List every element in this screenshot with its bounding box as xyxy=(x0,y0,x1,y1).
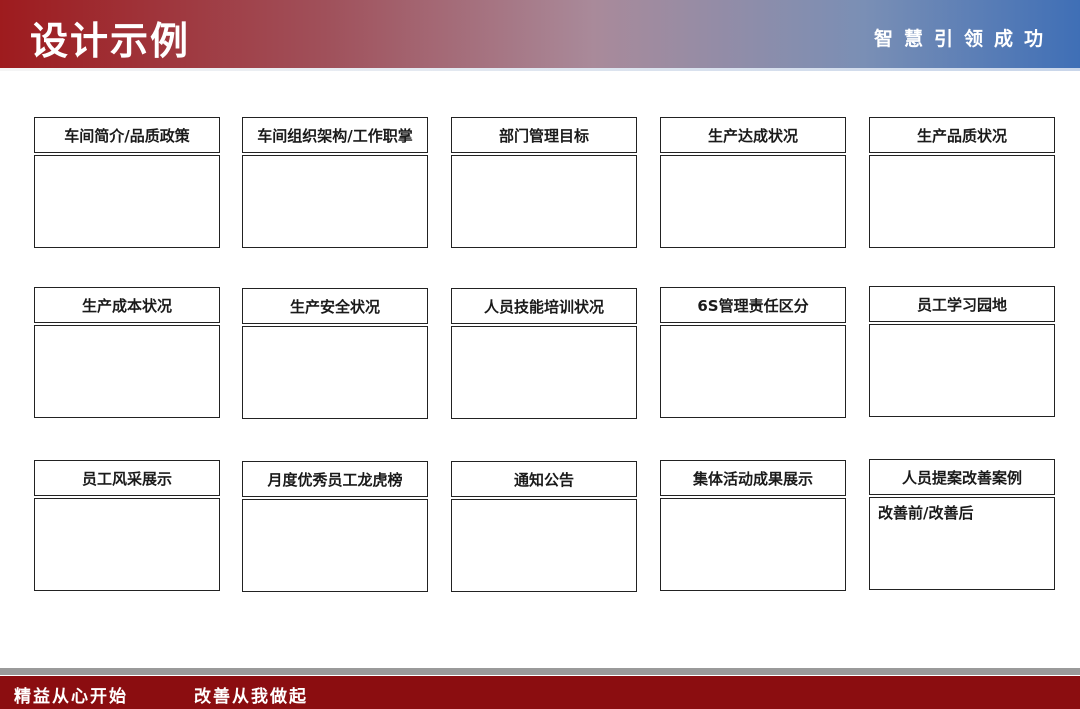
panel-title: 车间简介/品质政策 xyxy=(34,117,220,153)
panel-title: 生产达成状况 xyxy=(660,117,846,153)
panel-body xyxy=(34,155,220,248)
panel-learning-corner: 员工学习园地 xyxy=(869,286,1055,417)
panel-body xyxy=(660,325,846,418)
page-title: 设计示例 xyxy=(30,19,191,63)
panel-body xyxy=(451,155,637,248)
footer-divider xyxy=(0,668,1080,675)
panel-title: 车间组织架构/工作职掌 xyxy=(242,117,428,153)
panel-cost-status: 生产成本状况 xyxy=(34,287,220,418)
footer-slogan-left: 精益从心开始 xyxy=(14,687,128,707)
panel-title: 通知公告 xyxy=(451,461,637,497)
panel-body xyxy=(34,325,220,418)
panel-body xyxy=(242,326,428,419)
panel-title: 生产安全状况 xyxy=(242,288,428,324)
panel-title: 员工风采展示 xyxy=(34,460,220,496)
footer-slogan-right: 改善从我做起 xyxy=(194,687,308,707)
panel-title: 集体活动成果展示 xyxy=(660,460,846,496)
panel-body xyxy=(242,155,428,248)
header-slogan: 智慧引领成功 xyxy=(873,28,1054,50)
panel-improvement-cases: 人员提案改善案例 改善前/改善后 xyxy=(869,459,1055,590)
panel-body xyxy=(660,498,846,591)
panel-body xyxy=(242,499,428,592)
panel-notices: 通知公告 xyxy=(451,461,637,592)
footer-banner xyxy=(0,676,1080,709)
panel-body xyxy=(34,498,220,591)
panel-employee-showcase: 员工风采展示 xyxy=(34,460,220,591)
panel-quality-status: 生产品质状况 xyxy=(869,117,1055,248)
panel-title: 人员提案改善案例 xyxy=(869,459,1055,495)
header-divider xyxy=(0,68,1080,71)
panel-body xyxy=(869,155,1055,248)
panel-group-activities: 集体活动成果展示 xyxy=(660,460,846,591)
panel-body xyxy=(451,326,637,419)
panel-org-structure: 车间组织架构/工作职掌 xyxy=(242,117,428,248)
panel-title: 部门管理目标 xyxy=(451,117,637,153)
panel-body xyxy=(869,324,1055,417)
panel-production-status: 生产达成状况 xyxy=(660,117,846,248)
panel-dept-goals: 部门管理目标 xyxy=(451,117,637,248)
panel-title: 生产成本状况 xyxy=(34,287,220,323)
panel-title: 人员技能培训状况 xyxy=(451,288,637,324)
panel-monthly-top-employees: 月度优秀员工龙虎榜 xyxy=(242,461,428,592)
panel-6s-responsibility: 6S管理责任区分 xyxy=(660,287,846,418)
panel-body xyxy=(660,155,846,248)
panel-workshop-intro: 车间简介/品质政策 xyxy=(34,117,220,248)
panel-body xyxy=(451,499,637,592)
panel-safety-status: 生产安全状况 xyxy=(242,288,428,419)
panel-title: 月度优秀员工龙虎榜 xyxy=(242,461,428,497)
panel-title: 6S管理责任区分 xyxy=(660,287,846,323)
panel-title: 生产品质状况 xyxy=(869,117,1055,153)
panel-training-status: 人员技能培训状况 xyxy=(451,288,637,419)
panel-title: 员工学习园地 xyxy=(869,286,1055,322)
panel-body: 改善前/改善后 xyxy=(869,497,1055,590)
